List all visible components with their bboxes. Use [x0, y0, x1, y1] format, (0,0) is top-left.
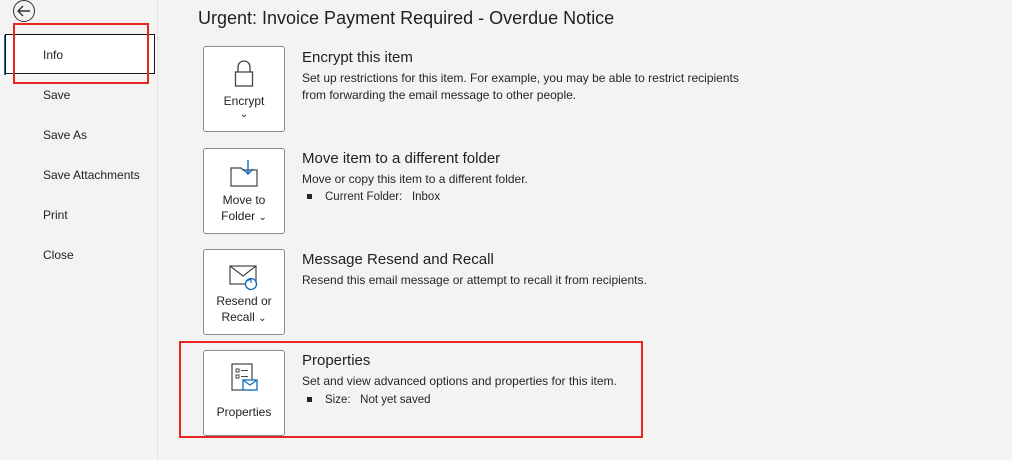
encrypt-heading: Encrypt this item: [302, 49, 413, 66]
resend-heading: Message Resend and Recall: [302, 251, 494, 268]
properties-button[interactable]: Properties: [203, 350, 285, 436]
nav-item-close[interactable]: Close: [0, 235, 157, 275]
size-value: Not yet saved: [360, 394, 431, 406]
nav-item-save[interactable]: Save: [0, 75, 157, 115]
current-folder-value: Inbox: [411, 191, 441, 203]
chevron-down-icon: ⌄: [239, 109, 249, 120]
lock-icon: [204, 59, 284, 89]
nav-item-save-as[interactable]: Save As: [0, 115, 157, 155]
properties-icon: [204, 362, 284, 394]
chevron-down-icon: ⌄: [258, 313, 267, 324]
resend-recall-button[interactable]: Resend or Recall ⌄: [203, 249, 285, 335]
backstage-sidebar: Info Save Save As Save Attachments Print…: [0, 0, 158, 460]
move-to-folder-button[interactable]: Move to Folder ⌄: [203, 148, 285, 234]
nav-item-print[interactable]: Print: [0, 195, 157, 235]
properties-label: Properties: [216, 405, 272, 419]
resend-description: Resend this email message or attempt to …: [302, 273, 647, 287]
arrow-left-icon: [17, 5, 30, 17]
encrypt-button[interactable]: Encrypt ⌄: [203, 46, 285, 132]
folder-move-icon: [204, 158, 284, 188]
nav-item-save-attachments[interactable]: Save Attachments: [0, 155, 157, 195]
encrypt-description: Set up restrictions for this item. For e…: [302, 71, 739, 102]
chevron-down-icon: ⌄: [258, 212, 267, 223]
move-label-line1: Move to: [222, 193, 266, 207]
envelope-recall-icon: [204, 262, 284, 292]
properties-heading: Properties: [302, 352, 371, 369]
current-folder-info: Current Folder: Inbox: [307, 191, 440, 203]
resend-label-line1: Resend or: [216, 294, 272, 308]
move-heading: Move item to a different folder: [302, 150, 501, 167]
focus-outline: [5, 34, 155, 74]
size-info: Size: Not yet saved: [307, 394, 431, 406]
page-title: Urgent: Invoice Payment Required - Overd…: [198, 8, 615, 28]
resend-label-line2: Recall ⌄: [221, 310, 267, 324]
properties-description: Set and view advanced options and proper…: [302, 374, 617, 388]
move-description: Move or copy this item to a different fo…: [302, 172, 528, 186]
move-label-line2: Folder ⌄: [221, 209, 267, 223]
back-button[interactable]: [13, 0, 35, 22]
